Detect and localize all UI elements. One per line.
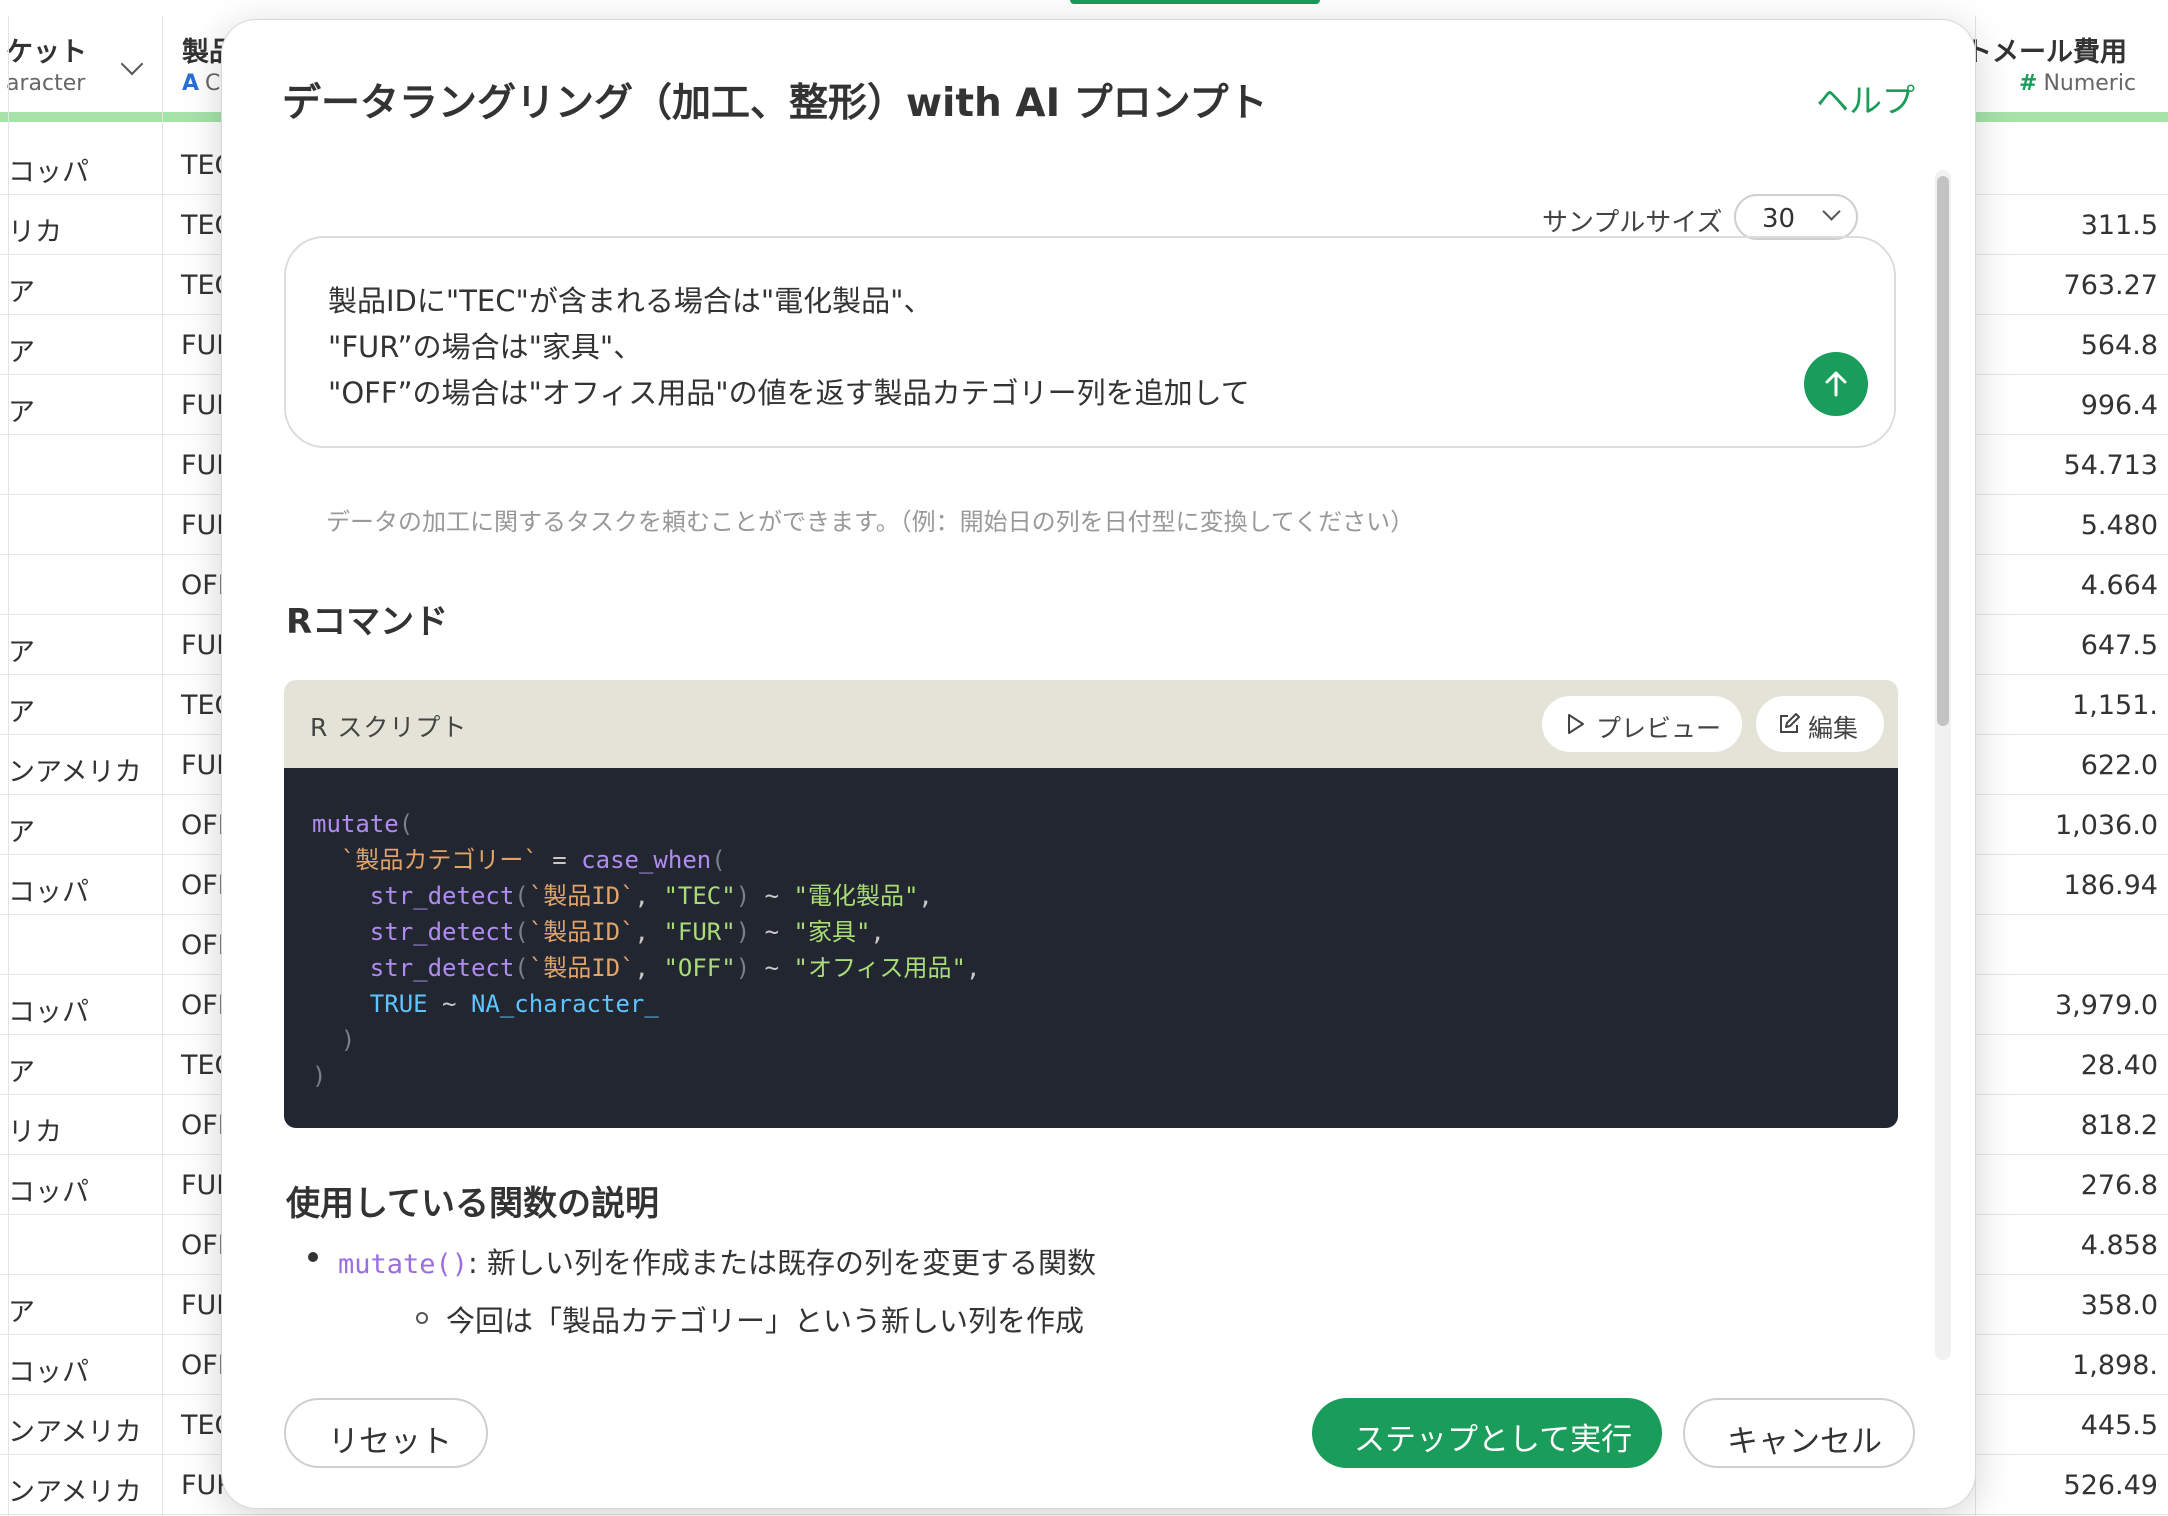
prompt-text[interactable]: 製品IDに"TEC"が含まれる場合は"電化製品"、 "FUR”の場合は"家具"、…: [328, 278, 1250, 416]
function-bullet: mutate(): 新しい列を作成または既存の列を変更する関数: [308, 1240, 1097, 1282]
table-cell: コッパ: [8, 1357, 89, 1388]
character-type-icon: A: [182, 71, 200, 96]
table-cell: コッパ: [8, 997, 89, 1028]
table-cell: ンアメリカ: [8, 1417, 142, 1448]
table-cell: 54.713: [2063, 450, 2158, 481]
column-type-label: # Numeric: [2019, 71, 2137, 96]
chevron-down-icon[interactable]: [120, 52, 144, 76]
table-cell: 1,036.0: [2054, 810, 2158, 841]
r-script-code: mutate( `製品カテゴリー` = case_when( str_detec…: [284, 768, 1898, 1128]
cancel-label: キャンセル: [1727, 1424, 1882, 1460]
code-block: mutate( `製品カテゴリー` = case_when( str_detec…: [312, 810, 981, 1090]
table-cell: ア: [8, 817, 35, 848]
column-quality-bar: [1975, 112, 2168, 122]
table-cell: ア: [8, 277, 35, 308]
cancel-button[interactable]: キャンセル: [1683, 1398, 1915, 1468]
r-command-heading: Rコマンド: [286, 602, 449, 642]
table-cell: 818.2: [2080, 1110, 2158, 1141]
table-cell: 311.5: [2080, 210, 2158, 241]
table-cell: 3,979.0: [2054, 990, 2158, 1021]
bullet-dot: [308, 1252, 318, 1262]
functions-heading: 使用している関数の説明: [286, 1184, 659, 1224]
edit-label: 編集: [1808, 714, 1859, 743]
help-link[interactable]: ヘルプ: [1816, 74, 1915, 122]
run-label: ステップとして実行: [1354, 1422, 1633, 1458]
table-cell: ア: [8, 697, 35, 728]
table-cell: 276.8: [2080, 1170, 2158, 1201]
prompt-hint: データの加工に関するタスクを頼むことができます。（例：開始日の列を日付型に変換し…: [326, 508, 1415, 536]
arrow-up-icon: [1825, 371, 1847, 397]
table-cell: 1,151.: [2072, 690, 2158, 721]
r-script-header: R スクリプト プレビュー 編集: [284, 680, 1898, 768]
table-cell: 186.94: [2063, 870, 2158, 901]
sample-size-label: サンプルサイズ: [1542, 208, 1723, 238]
sub-bullet-text: 今回は「製品カテゴリー」という新しい列を作成: [446, 1304, 1085, 1338]
prompt-input[interactable]: 製品IDに"TEC"が含まれる場合は"電化製品"、 "FUR”の場合は"家具"、…: [284, 236, 1896, 448]
column-header-name: ケット: [6, 37, 87, 68]
table-cell: ア: [8, 337, 35, 368]
table-cell: 1,898.: [2072, 1350, 2158, 1381]
column-type-label: aracter: [6, 71, 86, 96]
table-cell: 4.858: [2080, 1230, 2158, 1261]
sample-size-select[interactable]: 30: [1734, 194, 1858, 240]
table-cell: ンアメリカ: [8, 1477, 142, 1508]
table-cell: 28.40: [2080, 1050, 2158, 1081]
r-script-title: R スクリプト: [310, 713, 468, 742]
table-cell: リカ: [8, 1117, 62, 1148]
ai-prompt-modal: データラングリング（加工、整形）with AI プロンプト ヘルプ サンプルサイ…: [222, 20, 1975, 1508]
function-description: : 新しい列を作成または既存の列を変更する関数: [468, 1246, 1097, 1280]
table-cell: 4.664: [2080, 570, 2158, 601]
preview-label: プレビュー: [1596, 714, 1722, 743]
sample-size-value: 30: [1762, 204, 1796, 234]
top-green-indicator: [1070, 0, 1320, 4]
numeric-type-icon: #: [2019, 71, 2038, 96]
table-cell: ア: [8, 397, 35, 428]
preview-button[interactable]: プレビュー: [1542, 696, 1742, 752]
table-cell: 647.5: [2080, 630, 2158, 661]
send-button[interactable]: [1804, 352, 1868, 416]
table-cell: 763.27: [2063, 270, 2158, 301]
table-cell: ンアメリカ: [8, 757, 142, 788]
table-cell: コッパ: [8, 157, 89, 188]
column-header-name: トメール費用: [1965, 37, 2127, 68]
reset-button[interactable]: リセット: [284, 1398, 488, 1468]
table-cell: 996.4: [2080, 390, 2158, 421]
column-header-market[interactable]: ケット aracter: [0, 16, 162, 122]
table-cell: 358.0: [2080, 1290, 2158, 1321]
edit-button[interactable]: 編集: [1756, 696, 1884, 752]
table-cell: 445.5: [2080, 1410, 2158, 1441]
column-header-email-cost[interactable]: トメール費用 # Numeric: [1965, 16, 2168, 122]
function-sub-bullet: 今回は「製品カテゴリー」という新しい列を作成: [416, 1298, 1085, 1340]
bullet-circle: [416, 1312, 428, 1324]
modal-title: データラングリング（加工、整形）with AI プロンプト: [282, 81, 1268, 126]
function-name: mutate(): [338, 1249, 469, 1280]
table-cell: 526.49: [2063, 1470, 2158, 1501]
column-quality-bar: [0, 112, 162, 122]
reset-label: リセット: [328, 1424, 452, 1460]
table-cell: ア: [8, 1057, 35, 1088]
play-icon: [1568, 714, 1584, 734]
column-type-label: AC: [182, 71, 221, 96]
chevron-down-icon: [1822, 202, 1841, 221]
table-cell: リカ: [8, 217, 62, 248]
edit-icon: [1780, 713, 1800, 733]
modal-scroll-area: サンプルサイズ 30 製品IDに"TEC"が含まれる場合は"電化製品"、 "FU…: [222, 150, 1975, 1350]
r-script-card: R スクリプト プレビュー 編集 mutate( `製品カテゴリー` = cas…: [284, 680, 1898, 1128]
table-cell: 622.0: [2080, 750, 2158, 781]
table-cell: 5.480: [2080, 510, 2158, 541]
table-cell: ア: [8, 637, 35, 668]
table-cell: 564.8: [2080, 330, 2158, 361]
table-cell: コッパ: [8, 1177, 89, 1208]
table-cell: コッパ: [8, 877, 89, 908]
table-cell: ア: [8, 1297, 35, 1328]
run-as-step-button[interactable]: ステップとして実行: [1312, 1398, 1662, 1468]
